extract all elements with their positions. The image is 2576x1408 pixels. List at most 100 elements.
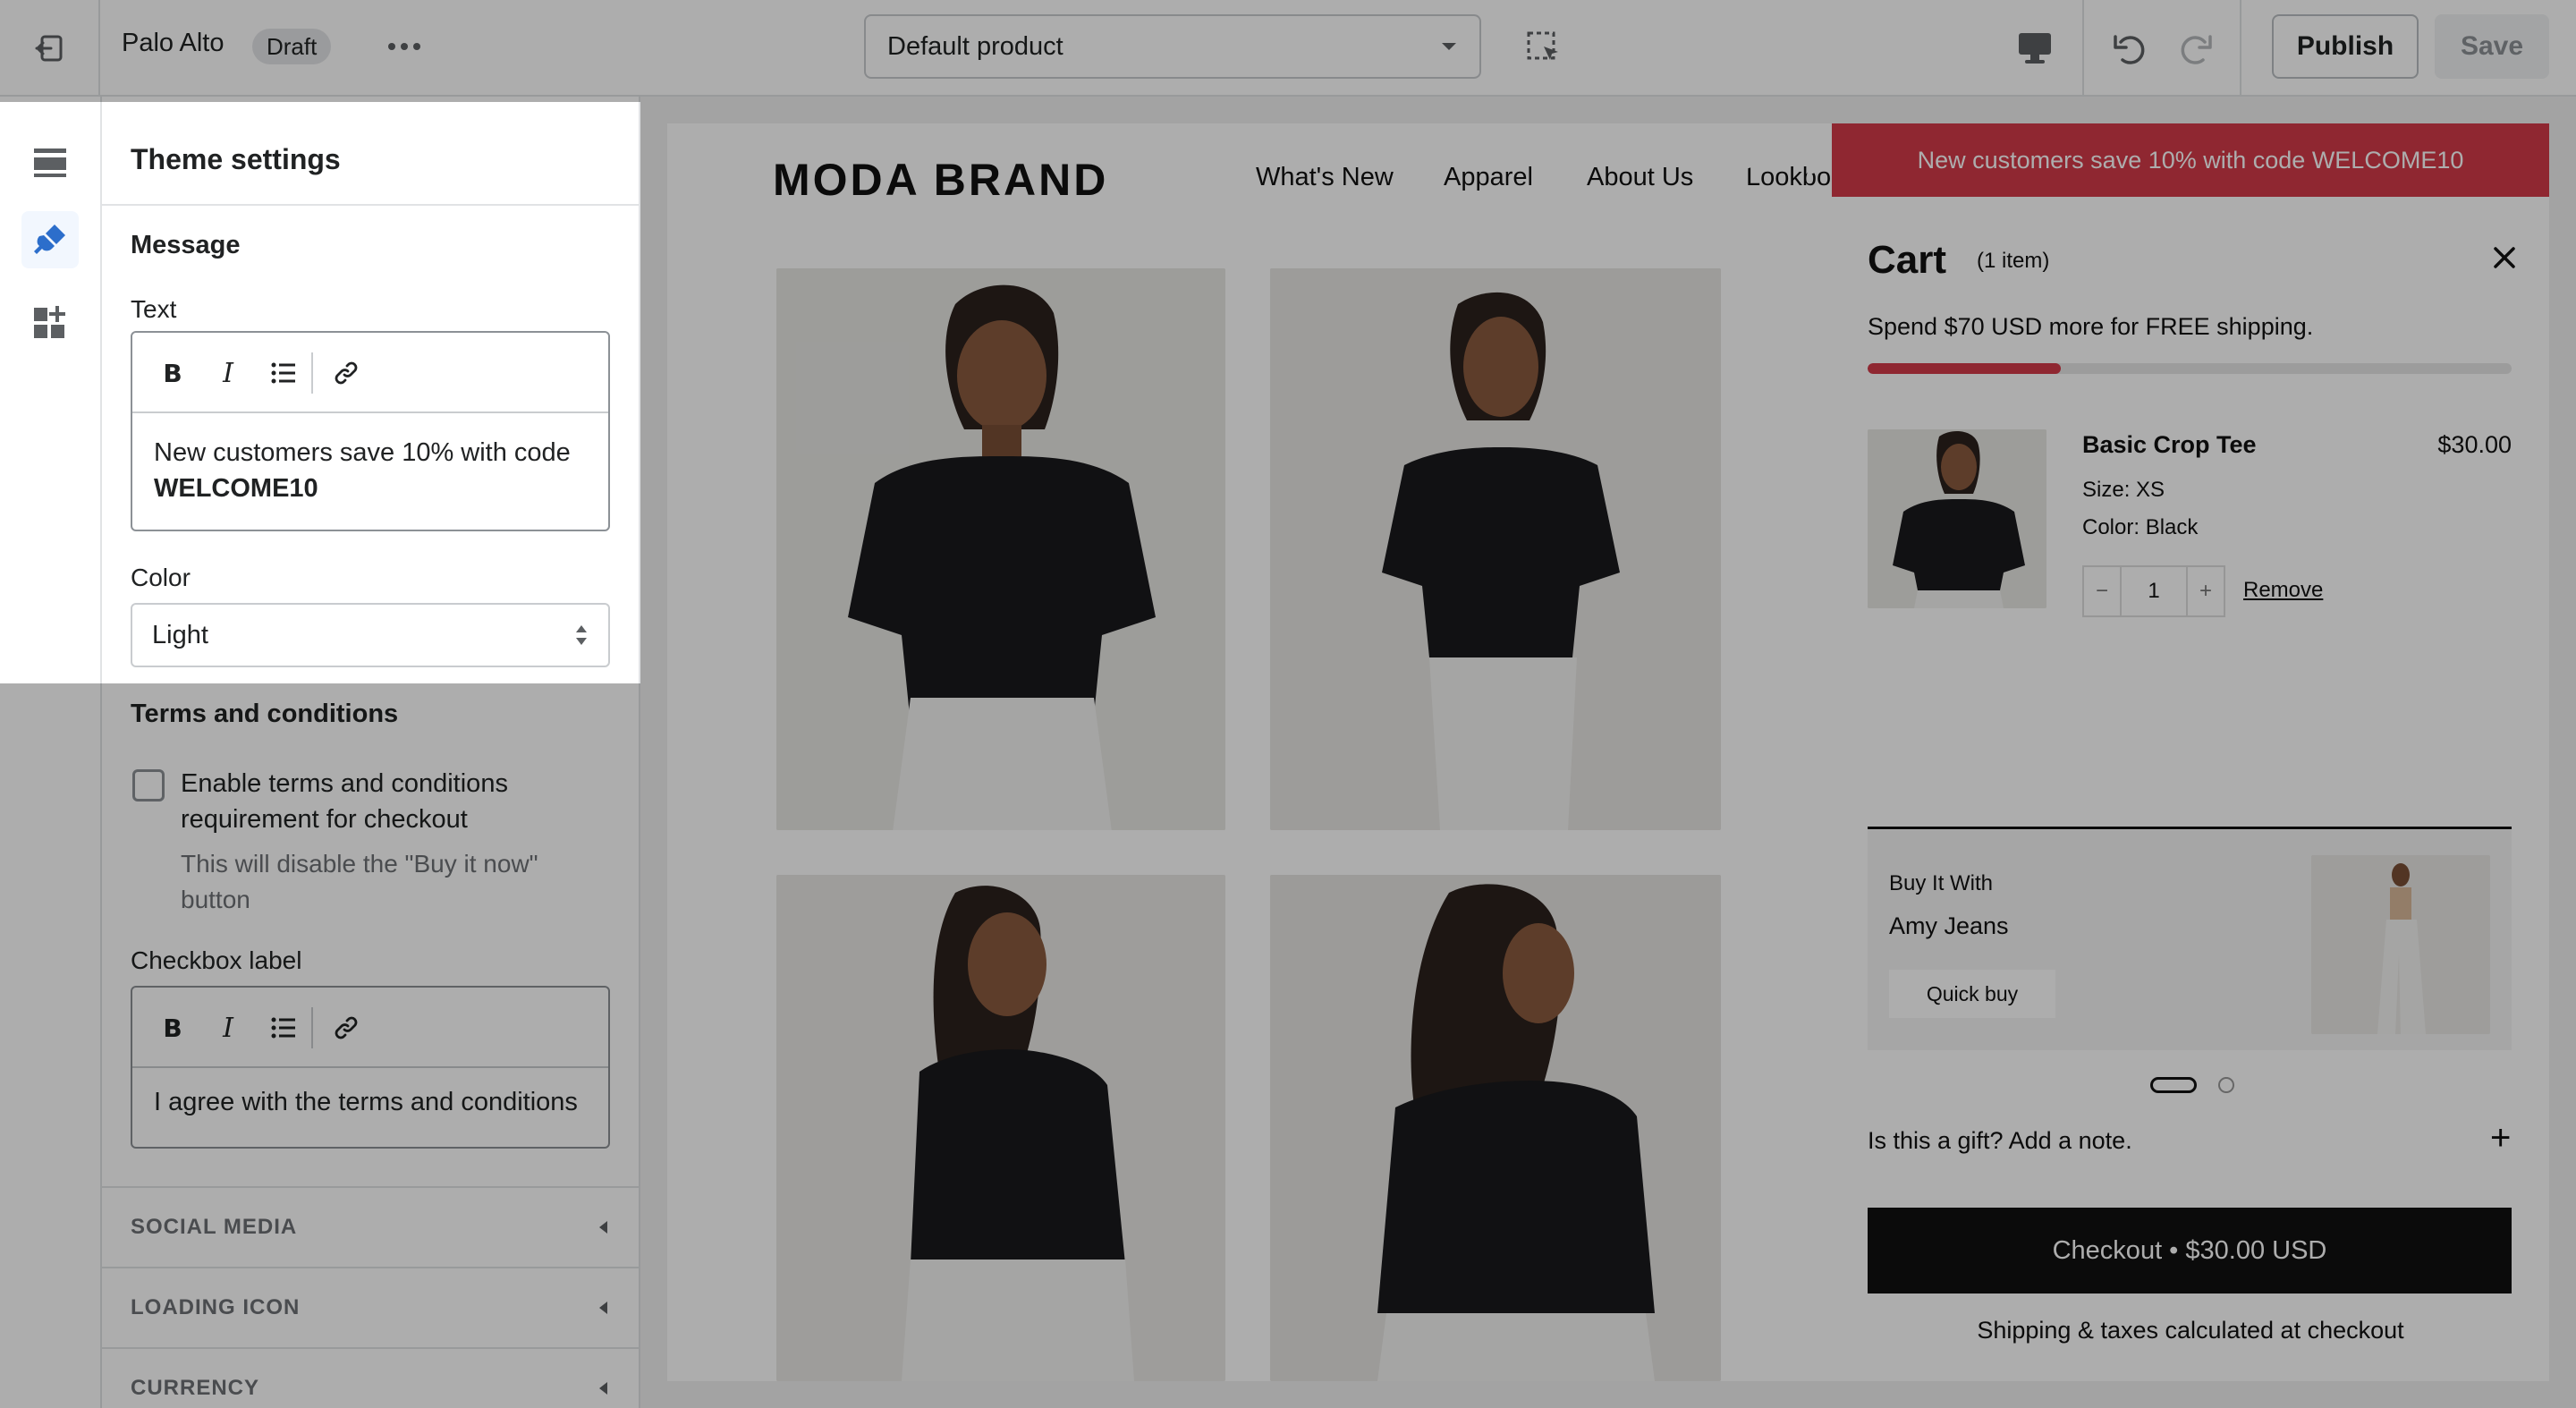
gift-note-toggle[interactable]: Is this a gift? Add a note. bbox=[1868, 1127, 2132, 1155]
carousel-dot[interactable] bbox=[2218, 1077, 2234, 1093]
cart-item-name[interactable]: Basic Crop Tee bbox=[2082, 431, 2257, 459]
section-label: CURRENCY bbox=[131, 1376, 260, 1400]
message-text-editor[interactable]: B I New customers save 10% with code WEL… bbox=[131, 331, 610, 531]
caret-left-icon bbox=[599, 1221, 607, 1234]
link-button[interactable] bbox=[326, 352, 367, 394]
bullet-list-button[interactable] bbox=[263, 352, 304, 394]
theme-name: Palo Alto bbox=[122, 29, 225, 57]
product-image[interactable] bbox=[1270, 268, 1721, 830]
store-logo[interactable]: MODA BRAND bbox=[773, 154, 1108, 206]
status-badge: Draft bbox=[252, 29, 332, 64]
product-image[interactable] bbox=[776, 875, 1225, 1381]
quantity-value[interactable]: 1 bbox=[2120, 567, 2188, 615]
publish-button[interactable]: Publish bbox=[2272, 14, 2419, 79]
terms-checkbox-label[interactable]: Enable terms and conditions requirement … bbox=[181, 766, 592, 837]
paint-brush-icon bbox=[34, 225, 65, 254]
model-photo bbox=[1270, 875, 1721, 1381]
undo-icon bbox=[2114, 35, 2145, 64]
rte-separator bbox=[311, 1007, 313, 1048]
free-shipping-message: Spend $70 USD more for FREE shipping. bbox=[1868, 313, 2314, 340]
cart-title: Cart bbox=[1868, 238, 1947, 282]
more-actions-button[interactable] bbox=[383, 27, 426, 66]
announcement-bar[interactable]: New customers save 10% with code WELCOME… bbox=[1832, 123, 2549, 197]
section-label: SOCIAL MEDIA bbox=[131, 1215, 298, 1239]
model-photo bbox=[1868, 429, 2046, 608]
bullet-list-button[interactable] bbox=[263, 1007, 304, 1048]
exit-button[interactable] bbox=[0, 0, 100, 97]
model-photo bbox=[776, 875, 1225, 1381]
checkbox-label-editor[interactable]: B I I agree with the terms and condition… bbox=[131, 986, 610, 1149]
nav-whats-new[interactable]: What's New bbox=[1256, 163, 1394, 192]
terms-checkbox[interactable] bbox=[132, 769, 165, 802]
bullet-list-icon bbox=[271, 362, 295, 384]
quantity-stepper: − 1 + bbox=[2082, 565, 2225, 617]
upsell-product-image[interactable] bbox=[2311, 855, 2490, 1034]
nav-about-us[interactable]: About Us bbox=[1587, 163, 1693, 192]
cart-item-price: $30.00 bbox=[2437, 431, 2512, 458]
link-button[interactable] bbox=[326, 1007, 367, 1048]
editor-topbar: Palo Alto Draft Default product Publish … bbox=[0, 0, 2576, 97]
product-image[interactable] bbox=[776, 268, 1225, 830]
redo-button[interactable] bbox=[2170, 23, 2220, 73]
product-image[interactable] bbox=[1270, 875, 1721, 1381]
storefront-preview[interactable]: MODA BRAND What's New Apparel About Us L… bbox=[667, 123, 2549, 1381]
inspector-button[interactable] bbox=[1521, 25, 1567, 72]
template-select-value: Default product bbox=[887, 31, 1063, 61]
checkbox-label-field-label: Checkbox label bbox=[131, 946, 302, 974]
app-embeds-tab[interactable] bbox=[21, 293, 79, 351]
editor-sidebar-rail bbox=[0, 97, 102, 1408]
select-arrows-icon bbox=[576, 625, 587, 645]
sections-tab[interactable] bbox=[21, 134, 79, 191]
pointer-arrow-icon bbox=[1707, 154, 1830, 192]
sections-icon bbox=[34, 148, 66, 177]
gift-note-plus-icon[interactable]: + bbox=[2490, 1118, 2511, 1158]
template-select[interactable]: Default product bbox=[864, 14, 1481, 79]
theme-settings-tab[interactable] bbox=[21, 211, 79, 268]
message-text-bold: WELCOME10 bbox=[154, 474, 318, 503]
shipping-progress-fill bbox=[1868, 363, 2061, 374]
toolbar-divider bbox=[2082, 0, 2084, 97]
cart-item-color: Color: Black bbox=[2082, 515, 2199, 539]
message-text-label: Text bbox=[131, 295, 177, 323]
upsell-label: Buy It With bbox=[1889, 871, 1994, 895]
chevron-down-icon bbox=[1442, 43, 1456, 50]
cart-item-count: (1 item) bbox=[1977, 249, 2050, 273]
nav-apparel[interactable]: Apparel bbox=[1444, 163, 1533, 192]
loading-icon-section[interactable]: LOADING ICON bbox=[102, 1267, 639, 1347]
upsell-product-name[interactable]: Amy Jeans bbox=[1889, 912, 2009, 940]
shipping-progress-bar bbox=[1868, 363, 2512, 374]
more-horizontal-icon bbox=[388, 43, 420, 50]
italic-button[interactable]: I bbox=[208, 352, 249, 394]
carousel-dot-active[interactable] bbox=[2150, 1077, 2197, 1093]
currency-section[interactable]: CURRENCY bbox=[102, 1347, 639, 1408]
bold-button[interactable]: B bbox=[152, 352, 193, 394]
settings-panel: Theme settings Message Text B I New cust… bbox=[102, 97, 640, 1408]
cart-close-button[interactable] bbox=[2485, 238, 2524, 277]
upsell-divider bbox=[1868, 827, 2512, 829]
upsell-card: Buy It With Amy Jeans Quick buy bbox=[1868, 830, 2512, 1050]
color-select[interactable]: Light bbox=[131, 603, 610, 667]
undo-button[interactable] bbox=[2106, 23, 2156, 73]
message-text-content[interactable]: New customers save 10% with code WELCOME… bbox=[132, 413, 608, 528]
remove-item-link[interactable]: Remove bbox=[2243, 578, 2323, 603]
desktop-icon bbox=[2019, 33, 2051, 64]
desktop-view-button[interactable] bbox=[2009, 23, 2061, 73]
italic-button[interactable]: I bbox=[208, 1007, 249, 1048]
bold-button[interactable]: B bbox=[152, 1007, 193, 1048]
caret-left-icon bbox=[599, 1382, 607, 1395]
color-label: Color bbox=[131, 564, 191, 591]
quantity-decrease-button[interactable]: − bbox=[2084, 567, 2120, 615]
social-media-section[interactable]: SOCIAL MEDIA bbox=[102, 1186, 639, 1267]
terms-help-text: This will disable the "Buy it now" butto… bbox=[181, 850, 538, 913]
quick-buy-button[interactable]: Quick buy bbox=[1889, 970, 2055, 1018]
caret-left-icon bbox=[599, 1302, 607, 1314]
cart-item-image[interactable] bbox=[1868, 429, 2046, 608]
toolbar-divider bbox=[2240, 0, 2241, 97]
save-button[interactable]: Save bbox=[2435, 14, 2549, 79]
checkout-button[interactable]: Checkout • $30.00 USD bbox=[1868, 1208, 2512, 1293]
message-heading: Message bbox=[131, 231, 241, 259]
exit-icon bbox=[35, 35, 63, 62]
quantity-increase-button[interactable]: + bbox=[2188, 567, 2224, 615]
link-icon bbox=[335, 361, 358, 385]
checkbox-label-content[interactable]: I agree with the terms and conditions bbox=[132, 1068, 608, 1141]
